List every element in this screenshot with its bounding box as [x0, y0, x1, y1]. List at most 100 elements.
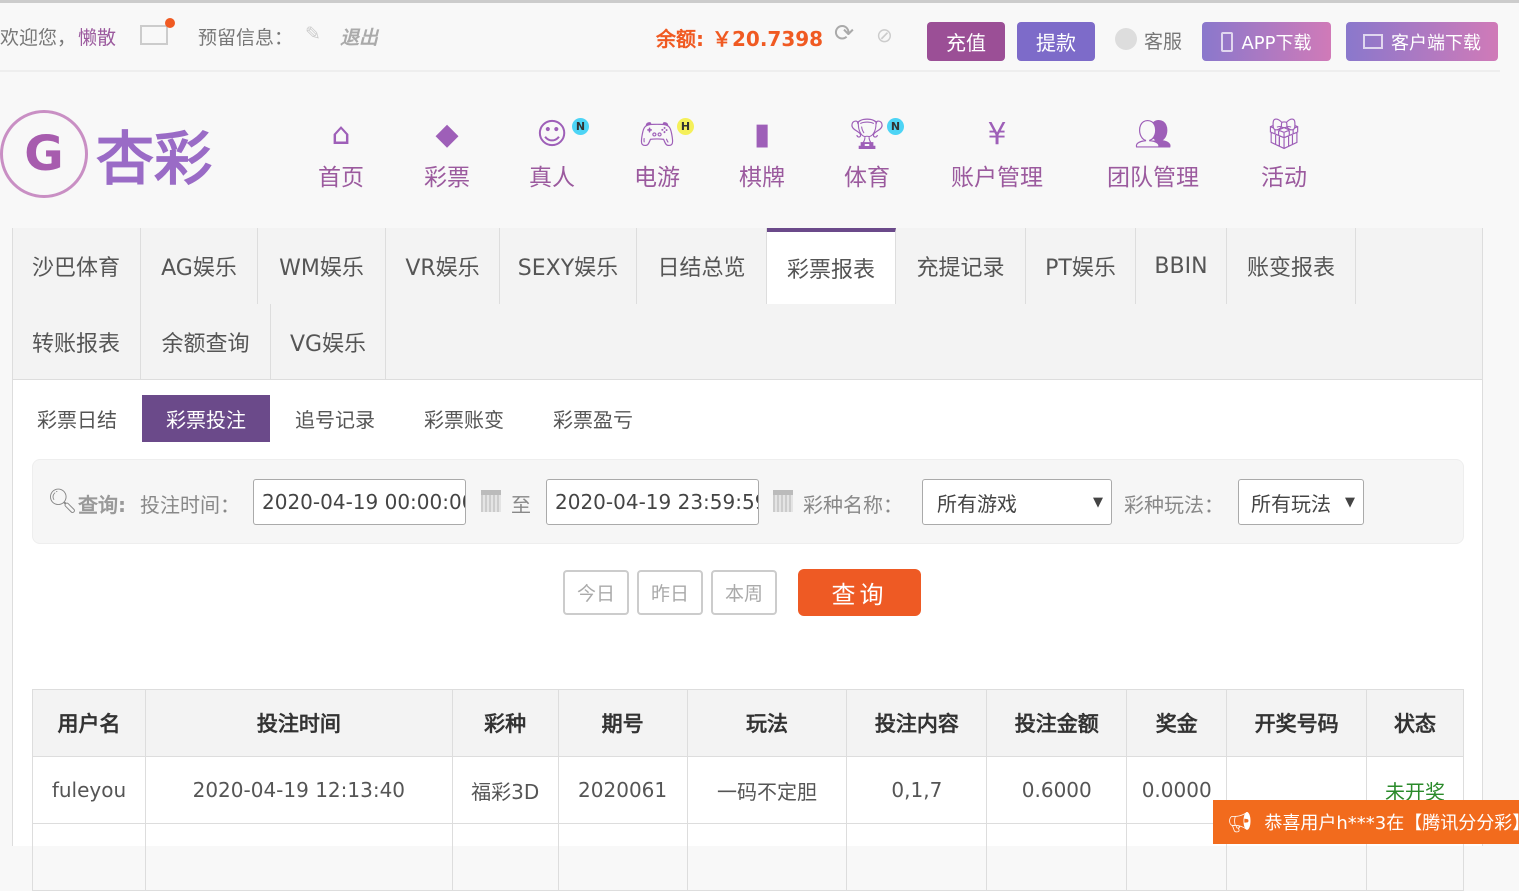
- table-cell: [986, 823, 1128, 891]
- tab-7[interactable]: 充提记录: [896, 228, 1026, 304]
- nav-item-8[interactable]: 🎁︎ 活动: [1234, 112, 1334, 192]
- table-cell: [1126, 823, 1228, 891]
- nav-item-5[interactable]: 🏆︎ N 体育: [817, 112, 917, 192]
- tab-0[interactable]: 沙巴体育: [12, 228, 141, 304]
- table-cell: 2020061: [557, 756, 688, 824]
- yesterday-button[interactable]: 昨日: [637, 570, 703, 615]
- play-select-value: 所有玩法: [1251, 491, 1331, 516]
- edit-icon[interactable]: ✎: [305, 23, 321, 45]
- column-header: 期号: [557, 689, 688, 757]
- nav-item-4[interactable]: ▮ 棋牌: [712, 112, 812, 192]
- logout-link[interactable]: 退出: [340, 23, 378, 50]
- trophy-icon: 🏆︎ N: [817, 112, 917, 156]
- column-header: 投注时间: [144, 689, 453, 757]
- nav-label: 活动: [1261, 165, 1307, 191]
- today-button[interactable]: 今日: [563, 570, 629, 615]
- badge-N: N: [887, 118, 904, 135]
- search-icon: 🔍︎: [47, 487, 78, 515]
- calendar-icon[interactable]: [481, 490, 501, 512]
- nav-item-7[interactable]: 👥︎ 团队管理: [1093, 112, 1213, 192]
- column-header: 彩种: [451, 689, 559, 757]
- table-cell: 一码不定胆: [686, 756, 848, 824]
- this-week-button[interactable]: 本周: [711, 570, 777, 615]
- subtab-3[interactable]: 彩票账变: [400, 395, 528, 442]
- notice-text: 恭喜用户h***3在【腾讯分分彩】: [1264, 813, 1519, 834]
- bets-table: 用户名 投注时间 彩种 期号 玩法 投注内容 投注金额 奖金 开奖号码 状态 fuleyou 202…: [32, 689, 1464, 891]
- nav-label: 棋牌: [739, 165, 785, 191]
- table-cell: 0.0000: [1126, 756, 1228, 824]
- table-cell: [686, 823, 848, 891]
- phone-icon: [1221, 31, 1234, 52]
- nav-item-2[interactable]: ☺ N 真人: [502, 112, 602, 192]
- tab-13[interactable]: VG娱乐: [271, 304, 386, 380]
- withdraw-button[interactable]: 提款: [1017, 22, 1095, 61]
- mail-icon[interactable]: [140, 18, 175, 45]
- megaphone-icon: 📢︎: [1227, 810, 1253, 834]
- app-download-label: APP下载: [1241, 32, 1312, 54]
- cards-icon: ▮: [753, 116, 771, 152]
- gamepad-icon: 🎮︎ H: [607, 112, 707, 156]
- nav-item-6[interactable]: ¥ 账户管理: [937, 112, 1057, 192]
- nav-label: 账户管理: [951, 165, 1043, 191]
- subtab-4[interactable]: 彩票盈亏: [529, 395, 657, 442]
- nav-label: 真人: [529, 165, 575, 191]
- game-select-value: 所有游戏: [937, 491, 1017, 516]
- game-select[interactable]: 所有游戏 ▼: [922, 479, 1112, 525]
- start-time-input[interactable]: 2020-04-19 00:00:00: [253, 479, 466, 525]
- to-label: 至: [511, 493, 531, 517]
- play-select[interactable]: 所有玩法 ▼: [1238, 479, 1364, 525]
- username-link[interactable]: 懒散: [78, 23, 116, 50]
- subtab-1[interactable]: 彩票投注: [142, 395, 270, 442]
- logo-text: 杏彩: [96, 125, 213, 193]
- app-download-button[interactable]: APP下载: [1202, 22, 1331, 61]
- table-cell: 2020-04-19 12:13:40: [144, 756, 453, 824]
- client-download-button[interactable]: 客户端下载: [1346, 22, 1498, 61]
- search-button[interactable]: 查询: [798, 569, 921, 616]
- table-cell: [557, 823, 688, 891]
- tab-4[interactable]: SEXY娱乐: [500, 228, 637, 304]
- tab-10[interactable]: 账变报表: [1227, 228, 1356, 304]
- tab-5[interactable]: 日结总览: [637, 228, 767, 304]
- nav-item-0[interactable]: ⌂ 首页: [291, 112, 391, 192]
- tab-6[interactable]: 彩票报表: [767, 228, 896, 304]
- table-cell: [846, 823, 988, 891]
- subtab-2[interactable]: 追号记录: [271, 395, 399, 442]
- hide-eye-icon[interactable]: ⊘: [876, 23, 893, 47]
- nav-label: 彩票: [424, 165, 470, 191]
- gift-icon: 🎁︎: [1264, 116, 1304, 152]
- column-header: 奖金: [1126, 689, 1228, 757]
- logo[interactable]: G 杏彩: [0, 108, 230, 200]
- table-cell: fuleyou: [32, 756, 146, 824]
- table-cell: 0,1,7: [846, 756, 988, 824]
- nav-item-1[interactable]: ◆ 彩票: [397, 112, 497, 192]
- badge-N: N: [572, 118, 589, 135]
- column-header: 用户名: [32, 689, 146, 757]
- bet-time-label: 投注时间：: [140, 493, 240, 517]
- table-cell: [32, 823, 146, 891]
- subtab-0[interactable]: 彩票日结: [13, 395, 141, 442]
- tab-1[interactable]: AG娱乐: [141, 228, 258, 304]
- column-header: 投注金额: [986, 689, 1128, 757]
- tab-9[interactable]: BBIN: [1136, 228, 1227, 304]
- nav-item-3[interactable]: 🎮︎ H 电游: [607, 112, 707, 192]
- home-icon: ⌂: [331, 116, 351, 152]
- tab-12[interactable]: 余额查询: [141, 304, 271, 380]
- reserved-info-label: 预留信息：: [198, 27, 294, 49]
- table-cell: [144, 823, 453, 891]
- nav-label: 首页: [318, 165, 364, 191]
- column-header: 玩法: [686, 689, 848, 757]
- tab-11[interactable]: 转账报表: [12, 304, 141, 380]
- client-download-label: 客户端下载: [1391, 32, 1481, 54]
- tab-3[interactable]: VR娱乐: [386, 228, 500, 304]
- tab-2[interactable]: WM娱乐: [258, 228, 386, 304]
- service-avatar-icon: [1115, 28, 1137, 50]
- tab-8[interactable]: PT娱乐: [1026, 228, 1136, 304]
- calendar-icon[interactable]: [773, 490, 793, 512]
- play-type-label: 彩种玩法：: [1124, 493, 1224, 517]
- query-label: 查询:: [78, 493, 126, 517]
- logo-emblem-icon: G: [0, 110, 88, 198]
- end-time-input[interactable]: 2020-04-19 23:59:59: [546, 479, 759, 525]
- recharge-button[interactable]: 充值: [927, 22, 1005, 61]
- service-link[interactable]: 客服: [1144, 27, 1182, 54]
- refresh-icon[interactable]: ⟳: [834, 19, 854, 47]
